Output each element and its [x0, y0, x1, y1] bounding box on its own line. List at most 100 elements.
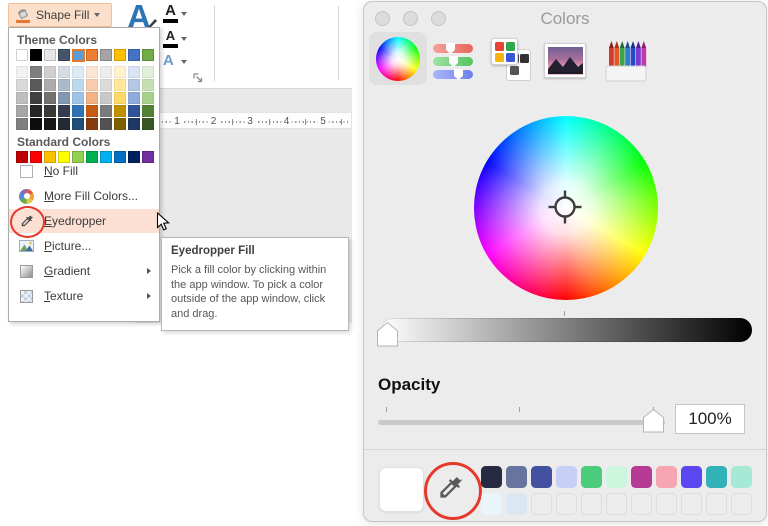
- empty-swatch-slot[interactable]: [706, 493, 727, 515]
- theme-variant-swatch[interactable]: [44, 105, 56, 117]
- theme-variant-swatch[interactable]: [86, 66, 98, 78]
- theme-variant-swatch[interactable]: [16, 79, 28, 91]
- theme-variant-swatch[interactable]: [44, 79, 56, 91]
- theme-variant-swatch[interactable]: [100, 92, 112, 104]
- color-swatch[interactable]: [481, 493, 502, 515]
- theme-color-swatch[interactable]: [86, 49, 98, 61]
- theme-variant-swatch[interactable]: [72, 79, 84, 91]
- theme-variant-swatch[interactable]: [58, 118, 70, 130]
- theme-variant-swatch[interactable]: [72, 92, 84, 104]
- empty-swatch-slot[interactable]: [531, 493, 552, 515]
- text-fill-dropdown-icon[interactable]: [181, 12, 187, 16]
- theme-variant-swatch[interactable]: [30, 105, 42, 117]
- theme-variant-swatch[interactable]: [44, 118, 56, 130]
- theme-variant-swatch[interactable]: [114, 79, 126, 91]
- theme-variant-swatch[interactable]: [30, 92, 42, 104]
- theme-variant-swatch[interactable]: [114, 105, 126, 117]
- current-color-well[interactable]: [379, 467, 424, 512]
- color-swatch[interactable]: [481, 466, 502, 488]
- opacity-slider[interactable]: [378, 420, 665, 425]
- opacity-slider-thumb[interactable]: [642, 408, 665, 434]
- theme-variant-swatch[interactable]: [142, 66, 154, 78]
- theme-variant-swatch[interactable]: [86, 105, 98, 117]
- color-swatch[interactable]: [681, 466, 702, 488]
- theme-variant-swatch[interactable]: [114, 118, 126, 130]
- empty-swatch-slot[interactable]: [656, 493, 677, 515]
- theme-variant-swatch[interactable]: [86, 118, 98, 130]
- theme-variant-swatch[interactable]: [100, 105, 112, 117]
- menu-item-picture[interactable]: Picture...: [9, 234, 159, 258]
- text-fill-button[interactable]: A: [163, 3, 178, 23]
- color-wheel-crosshair[interactable]: [545, 187, 585, 227]
- theme-variant-swatch[interactable]: [16, 66, 28, 78]
- theme-variant-swatch[interactable]: [16, 92, 28, 104]
- text-outline-button[interactable]: A: [163, 29, 178, 48]
- theme-variant-swatch[interactable]: [86, 79, 98, 91]
- theme-variant-swatch[interactable]: [100, 118, 112, 130]
- theme-color-swatch[interactable]: [142, 49, 154, 61]
- tab-image[interactable]: [544, 43, 586, 78]
- theme-variant-swatch[interactable]: [128, 92, 140, 104]
- dialog-launcher-icon[interactable]: [192, 72, 203, 83]
- theme-variant-swatch[interactable]: [72, 118, 84, 130]
- theme-variant-swatch[interactable]: [128, 66, 140, 78]
- theme-variant-swatch[interactable]: [142, 105, 154, 117]
- theme-variant-swatch[interactable]: [58, 105, 70, 117]
- theme-variant-swatch[interactable]: [58, 79, 70, 91]
- theme-variant-swatch[interactable]: [142, 118, 154, 130]
- tab-color-wheel[interactable]: [376, 37, 420, 81]
- tab-pencils[interactable]: [605, 40, 647, 88]
- theme-variant-swatch[interactable]: [58, 66, 70, 78]
- theme-variant-swatch[interactable]: [100, 66, 112, 78]
- color-swatch[interactable]: [631, 466, 652, 488]
- theme-variant-swatch[interactable]: [44, 92, 56, 104]
- text-effects-button[interactable]: A: [163, 52, 174, 69]
- theme-variant-swatch[interactable]: [16, 105, 28, 117]
- color-swatch[interactable]: [531, 466, 552, 488]
- theme-variant-swatch[interactable]: [114, 92, 126, 104]
- color-swatch[interactable]: [706, 466, 727, 488]
- color-swatch[interactable]: [731, 466, 752, 488]
- color-swatch[interactable]: [556, 466, 577, 488]
- theme-color-swatch[interactable]: [71, 48, 85, 62]
- brightness-slider-thumb[interactable]: [376, 321, 399, 348]
- theme-color-swatch[interactable]: [114, 49, 126, 61]
- empty-swatch-slot[interactable]: [631, 493, 652, 515]
- text-effects-dropdown-icon[interactable]: [181, 60, 187, 64]
- brightness-slider[interactable]: [381, 318, 752, 342]
- theme-variant-swatch[interactable]: [16, 118, 28, 130]
- theme-variant-swatch[interactable]: [128, 118, 140, 130]
- theme-color-swatch[interactable]: [128, 49, 140, 61]
- theme-color-swatch[interactable]: [44, 49, 56, 61]
- color-swatch[interactable]: [506, 493, 527, 515]
- theme-variant-swatch[interactable]: [128, 105, 140, 117]
- theme-variant-swatch[interactable]: [86, 92, 98, 104]
- theme-variant-swatch[interactable]: [114, 66, 126, 78]
- empty-swatch-slot[interactable]: [731, 493, 752, 515]
- theme-variant-swatch[interactable]: [142, 92, 154, 104]
- theme-color-swatch[interactable]: [16, 49, 28, 61]
- empty-swatch-slot[interactable]: [556, 493, 577, 515]
- theme-variant-swatch[interactable]: [30, 118, 42, 130]
- empty-swatch-slot[interactable]: [681, 493, 702, 515]
- text-outline-dropdown-icon[interactable]: [181, 37, 187, 41]
- theme-variant-swatch[interactable]: [30, 79, 42, 91]
- theme-variant-swatch[interactable]: [30, 66, 42, 78]
- color-swatch[interactable]: [581, 466, 602, 488]
- tab-palettes[interactable]: [491, 38, 535, 84]
- shape-fill-button[interactable]: Shape Fill: [8, 3, 112, 27]
- empty-swatch-slot[interactable]: [581, 493, 602, 515]
- theme-variant-swatch[interactable]: [58, 92, 70, 104]
- theme-variant-swatch[interactable]: [100, 79, 112, 91]
- menu-item-more-fill-colors[interactable]: More Fill Colors...: [9, 184, 159, 208]
- theme-color-swatch[interactable]: [58, 49, 70, 61]
- theme-variant-swatch[interactable]: [128, 79, 140, 91]
- tab-sliders[interactable]: [433, 43, 473, 80]
- opacity-value-field[interactable]: [675, 404, 745, 434]
- menu-item-texture[interactable]: Texture: [9, 284, 159, 308]
- color-swatch[interactable]: [606, 466, 627, 488]
- empty-swatch-slot[interactable]: [606, 493, 627, 515]
- menu-item-no-fill[interactable]: No Fill: [9, 159, 159, 183]
- menu-item-gradient[interactable]: Gradient: [9, 259, 159, 283]
- theme-color-swatch[interactable]: [100, 49, 112, 61]
